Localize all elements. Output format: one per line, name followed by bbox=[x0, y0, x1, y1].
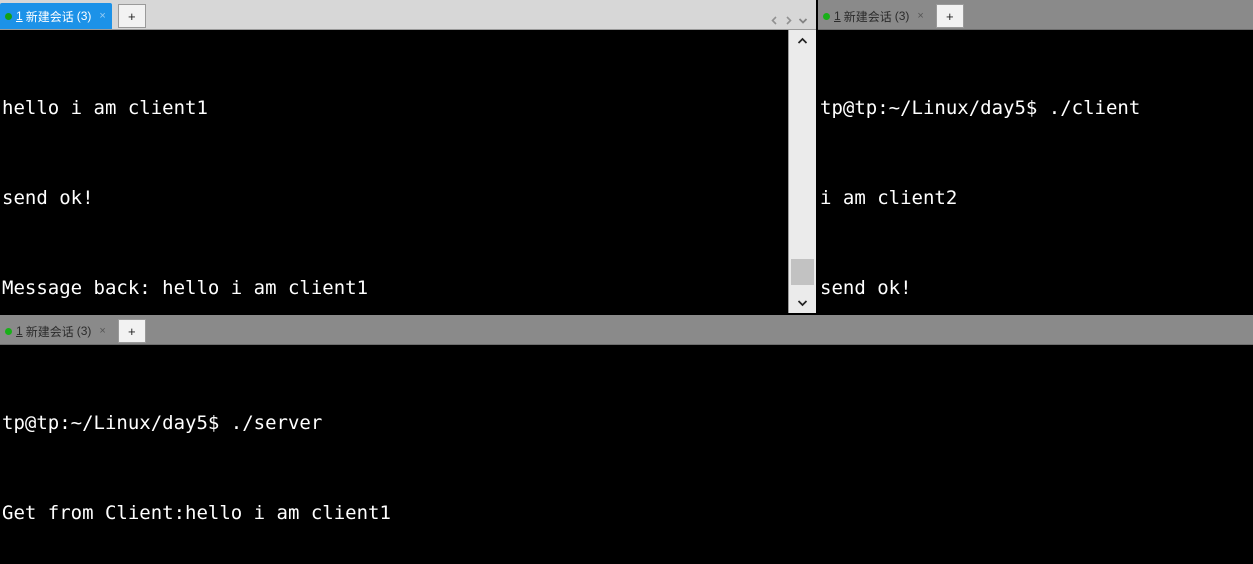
tabbar-client1: 1 新建会话 (3) × + bbox=[0, 0, 816, 30]
tab-count: (3) bbox=[76, 9, 92, 23]
terminal-line: send ok! bbox=[2, 187, 94, 209]
terminal-line: Get from Client:hello i am client1 bbox=[2, 502, 391, 524]
tab-client1-session[interactable]: 1 新建会话 (3) × bbox=[0, 3, 112, 29]
close-icon[interactable]: × bbox=[99, 10, 105, 22]
terminal-panel-server[interactable]: 1 新建会话 (3) × + tp@tp:~/Linux/day5$ ./ser… bbox=[0, 315, 1253, 564]
tab-label: 新建会话 bbox=[843, 9, 892, 24]
terminal-line: hello i am client1 bbox=[2, 97, 208, 119]
scroll-up-icon[interactable] bbox=[789, 30, 816, 51]
chevron-right-icon[interactable] bbox=[784, 16, 793, 25]
new-tab-button[interactable]: + bbox=[117, 4, 146, 28]
tab-label: 新建会话 bbox=[25, 9, 74, 24]
terminal-line: tp@tp:~/Linux/day5$ ./server bbox=[2, 412, 323, 434]
terminal-panel-client1[interactable]: 1 新建会话 (3) × + hello i am client1 send o… bbox=[0, 0, 816, 313]
tab-count: (3) bbox=[76, 324, 92, 338]
tab-client2-session[interactable]: 1 新建会话 (3) × bbox=[818, 3, 930, 29]
tab-number: 1 bbox=[16, 9, 23, 23]
chevron-left-icon[interactable] bbox=[770, 16, 779, 25]
terminal-output-client1[interactable]: hello i am client1 send ok! Message back… bbox=[0, 30, 788, 313]
terminal-line: tp@tp:~/Linux/day5$ ./client bbox=[820, 97, 1141, 119]
session-status-dot-icon bbox=[5, 327, 12, 335]
terminal-line: i am client2 bbox=[820, 187, 958, 209]
session-status-dot-icon bbox=[823, 12, 830, 20]
tab-label: 新建会话 bbox=[25, 324, 74, 339]
session-status-dot-icon bbox=[5, 12, 12, 20]
tab-server-session[interactable]: 1 新建会话 (3) × bbox=[0, 318, 112, 344]
terminal-multiplexer-window: 1 新建会话 (3) × + hello i am client1 send o… bbox=[0, 0, 1253, 564]
new-tab-button[interactable]: + bbox=[935, 4, 964, 28]
tab-number: 1 bbox=[16, 324, 23, 338]
close-icon[interactable]: × bbox=[99, 325, 105, 337]
scrollbar-thumb[interactable] bbox=[791, 259, 814, 285]
tab-number: 1 bbox=[834, 9, 841, 23]
chevron-down-icon[interactable] bbox=[798, 16, 808, 25]
tabbar-client2: 1 新建会话 (3) × + bbox=[818, 0, 1253, 30]
terminal-line: Message back: hello i am client1 bbox=[2, 277, 369, 299]
tab-count: (3) bbox=[894, 9, 910, 23]
terminal-panel-client2[interactable]: 1 新建会话 (3) × + tp@tp:~/Linux/day5$ ./cli… bbox=[818, 0, 1253, 313]
close-icon[interactable]: × bbox=[917, 10, 923, 22]
terminal-output-server[interactable]: tp@tp:~/Linux/day5$ ./server Get from Cl… bbox=[0, 345, 1253, 564]
tabbar-nav-controls bbox=[770, 16, 816, 29]
terminal-scrollbar-client1[interactable] bbox=[788, 30, 816, 313]
scroll-down-icon[interactable] bbox=[789, 292, 816, 313]
new-tab-button[interactable]: + bbox=[117, 319, 146, 343]
terminal-line: send ok! bbox=[820, 277, 912, 299]
terminal-output-client2[interactable]: tp@tp:~/Linux/day5$ ./client i am client… bbox=[818, 30, 1253, 313]
tabbar-server: 1 新建会话 (3) × + bbox=[0, 315, 1253, 345]
